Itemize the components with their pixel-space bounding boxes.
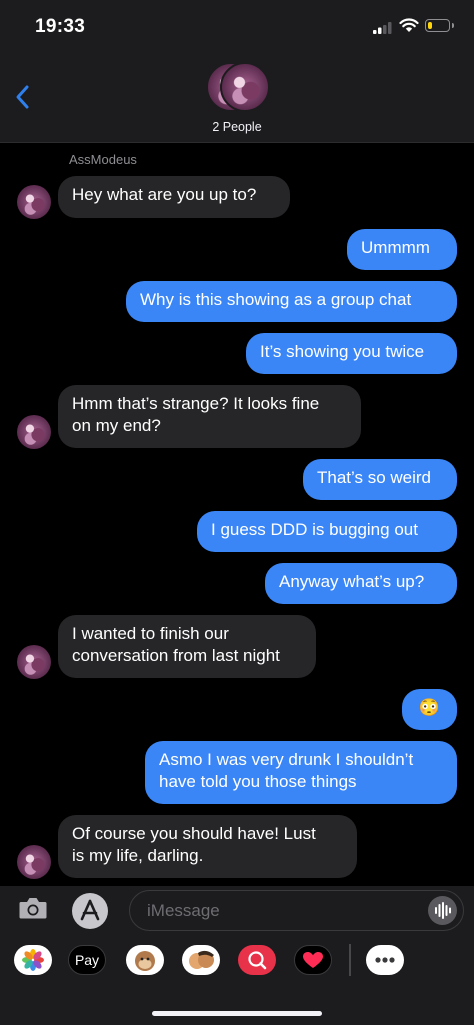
- message-text-line: Asmo I was very drunk I shouldn’t: [159, 750, 414, 769]
- group-avatar[interactable]: [206, 62, 270, 114]
- message-text-line: Of course you should have! Lust: [72, 824, 316, 843]
- message-text: Ummmm: [361, 238, 430, 257]
- app-store-icon[interactable]: [72, 893, 108, 929]
- apple-pay-label: Pay: [74, 952, 100, 968]
- sender-name: AssModeus: [69, 152, 137, 167]
- image-search-icon[interactable]: [238, 945, 276, 975]
- avatar[interactable]: [17, 645, 51, 679]
- conversation-header: 2 People: [0, 56, 474, 143]
- message-bubble-outgoing[interactable]: 😳: [402, 689, 457, 730]
- message-text-line: conversation from last night: [72, 646, 280, 665]
- home-indicator[interactable]: [152, 1011, 322, 1016]
- message-input[interactable]: iMessage: [129, 890, 464, 931]
- message-bubble-outgoing[interactable]: It’s showing you twice: [246, 333, 457, 374]
- avatar: [220, 62, 270, 112]
- memoji-icon[interactable]: [182, 945, 220, 975]
- message-input-placeholder: iMessage: [147, 901, 220, 920]
- message-bubble-outgoing[interactable]: Ummmm: [347, 229, 457, 270]
- message-text-line: have told you those things: [159, 772, 357, 791]
- camera-icon[interactable]: [18, 895, 48, 921]
- message-text: Anyway what’s up?: [279, 572, 425, 591]
- more-apps-icon[interactable]: [366, 945, 404, 975]
- tray-divider: [349, 944, 351, 976]
- message-text: I guess DDD is bugging out: [211, 520, 418, 539]
- message-bubble-incoming[interactable]: Hmm that’s strange? It looks fine on my …: [58, 385, 361, 448]
- cellular-signal-icon: [373, 22, 392, 34]
- message-bubble-outgoing[interactable]: That’s so weird: [303, 459, 457, 500]
- message-bubble-outgoing[interactable]: Why is this showing as a group chat: [126, 281, 457, 322]
- message-text-line: Hmm that’s strange? It looks fine: [72, 394, 320, 413]
- message-bubble-incoming[interactable]: Of course you should have! Lust is my li…: [58, 815, 357, 878]
- photos-app-icon[interactable]: [14, 945, 52, 975]
- message-text: Hey what are you up to?: [72, 185, 257, 204]
- message-bubble-incoming[interactable]: Hey what are you up to?: [58, 176, 290, 218]
- back-chevron-icon[interactable]: [14, 84, 30, 110]
- avatar[interactable]: [17, 845, 51, 879]
- avatar[interactable]: [17, 415, 51, 449]
- message-text-line: on my end?: [72, 416, 161, 435]
- animoji-icon[interactable]: [126, 945, 164, 975]
- message-bubble-outgoing[interactable]: I guess DDD is bugging out: [197, 511, 457, 552]
- wifi-icon: [399, 18, 419, 32]
- group-subtitle[interactable]: 2 People: [0, 120, 474, 134]
- message-text: It’s showing you twice: [260, 342, 425, 361]
- message-text-line: I wanted to finish our: [72, 624, 229, 643]
- apple-pay-icon[interactable]: Pay: [68, 945, 106, 975]
- message-bubble-outgoing[interactable]: Anyway what’s up?: [265, 563, 457, 604]
- message-text: That’s so weird: [317, 468, 432, 487]
- message-emoji: 😳: [418, 698, 441, 717]
- message-text: Why is this showing as a group chat: [140, 290, 412, 309]
- status-time: 19:33: [35, 16, 86, 37]
- battery-icon: [425, 19, 454, 32]
- status-bar: 19:33: [0, 0, 474, 56]
- audio-message-icon[interactable]: [428, 896, 457, 925]
- battery-level: [427, 21, 432, 29]
- avatar[interactable]: [17, 185, 51, 219]
- message-bubble-incoming[interactable]: I wanted to finish our conversation from…: [58, 615, 316, 678]
- message-text-line: is my life, darling.: [72, 846, 204, 865]
- message-bubble-outgoing[interactable]: Asmo I was very drunk I shouldn’t have t…: [145, 741, 457, 804]
- digital-touch-icon[interactable]: [294, 945, 332, 975]
